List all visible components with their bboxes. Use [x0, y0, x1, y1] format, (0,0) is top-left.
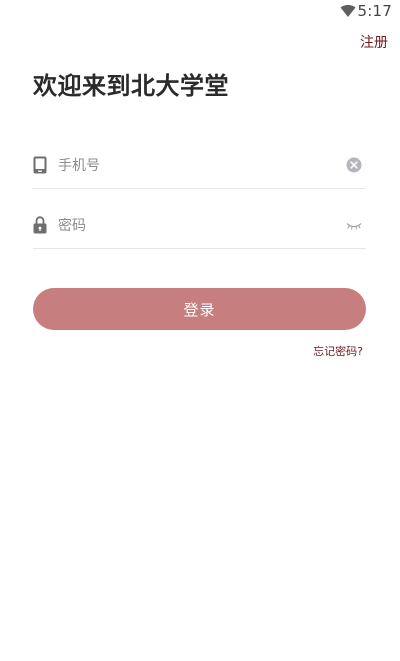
- eye-closed-icon[interactable]: [346, 217, 362, 233]
- forgot-password-link[interactable]: 忘记密码?: [313, 343, 363, 359]
- page-title: 欢迎来到北大学堂: [33, 72, 229, 100]
- status-bar: 5:17: [0, 0, 400, 24]
- clear-icon[interactable]: [346, 157, 362, 173]
- lock-icon: [33, 216, 47, 234]
- phone-input[interactable]: [58, 152, 328, 180]
- login-button[interactable]: 登录: [33, 288, 366, 330]
- status-time: 5:17: [357, 2, 392, 20]
- password-field: [33, 204, 366, 249]
- wifi-icon: [340, 5, 356, 18]
- register-link[interactable]: 注册: [360, 32, 388, 52]
- phone-icon: [33, 156, 47, 174]
- password-input[interactable]: [58, 212, 328, 240]
- phone-field: [33, 144, 366, 189]
